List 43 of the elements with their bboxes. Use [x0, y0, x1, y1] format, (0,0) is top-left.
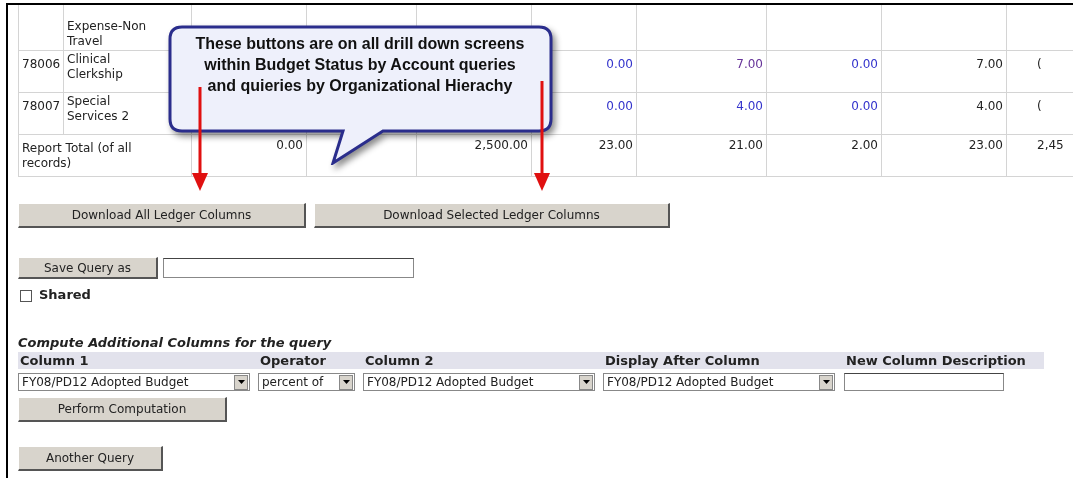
download-button[interactable]: Download Selected Ledger Columns	[314, 203, 670, 228]
amount[interactable]: 0.00	[606, 57, 633, 71]
total-amount: 0.00	[276, 138, 303, 152]
amount[interactable]: 4.00	[736, 99, 763, 113]
perform-computation-button[interactable]: Perform Computation	[18, 397, 227, 422]
account-code: 78006	[22, 57, 61, 71]
amount: (	[1037, 99, 1042, 113]
amount[interactable]: 0.00	[851, 99, 878, 113]
column-header: Display After Column	[605, 353, 760, 368]
amount: 7.00	[976, 57, 1003, 71]
save-query-button[interactable]: Save Query as	[18, 257, 158, 279]
another-query-button[interactable]: Another Query	[18, 446, 163, 471]
dropdown[interactable]: FY08/PD12 Adopted Budget	[603, 373, 835, 391]
account-name: Special Services 2	[67, 94, 131, 124]
report-total-label: Report Total (of all records)	[22, 141, 133, 171]
total-amount: 2,500.00	[474, 138, 528, 152]
account-code: 78007	[22, 99, 61, 113]
amount[interactable]: 7.00	[736, 57, 763, 71]
amount: (	[1037, 57, 1042, 71]
account-name: Expense-Non Travel	[67, 19, 148, 49]
dropdown[interactable]: percent of	[258, 373, 355, 391]
column-header: Column 1	[20, 353, 89, 368]
column-header: Operator	[260, 353, 326, 368]
dropdown[interactable]: FY08/PD12 Adopted Budget	[363, 373, 595, 391]
shared-checkbox[interactable]	[20, 290, 32, 302]
query-name-field[interactable]	[163, 258, 414, 278]
callout-text: These buttons are on all drill down screens within Budget Status by Account queries and quieries by Organizational Hierachy	[194, 34, 526, 96]
total-amount: 23.00	[598, 138, 633, 152]
amount[interactable]: 0.00	[851, 57, 878, 71]
section-title: Compute Additional Columns for the query	[18, 335, 333, 350]
description-field[interactable]	[844, 373, 1004, 391]
shared-label: Shared	[39, 287, 91, 302]
total-amount: 2,45	[1037, 138, 1064, 152]
total-amount: 21.00	[728, 138, 763, 152]
column-header: New Column Description	[846, 353, 1026, 368]
amount: 4.00	[976, 99, 1003, 113]
amount[interactable]: 0.00	[606, 99, 633, 113]
download-button[interactable]: Download All Ledger Columns	[18, 203, 306, 228]
column-header: Column 2	[365, 353, 434, 368]
total-amount: 23.00	[968, 138, 1003, 152]
account-name: Clinical Clerkship	[67, 52, 124, 82]
dropdown[interactable]: FY08/PD12 Adopted Budget	[18, 373, 250, 391]
total-amount: 2.00	[851, 138, 878, 152]
